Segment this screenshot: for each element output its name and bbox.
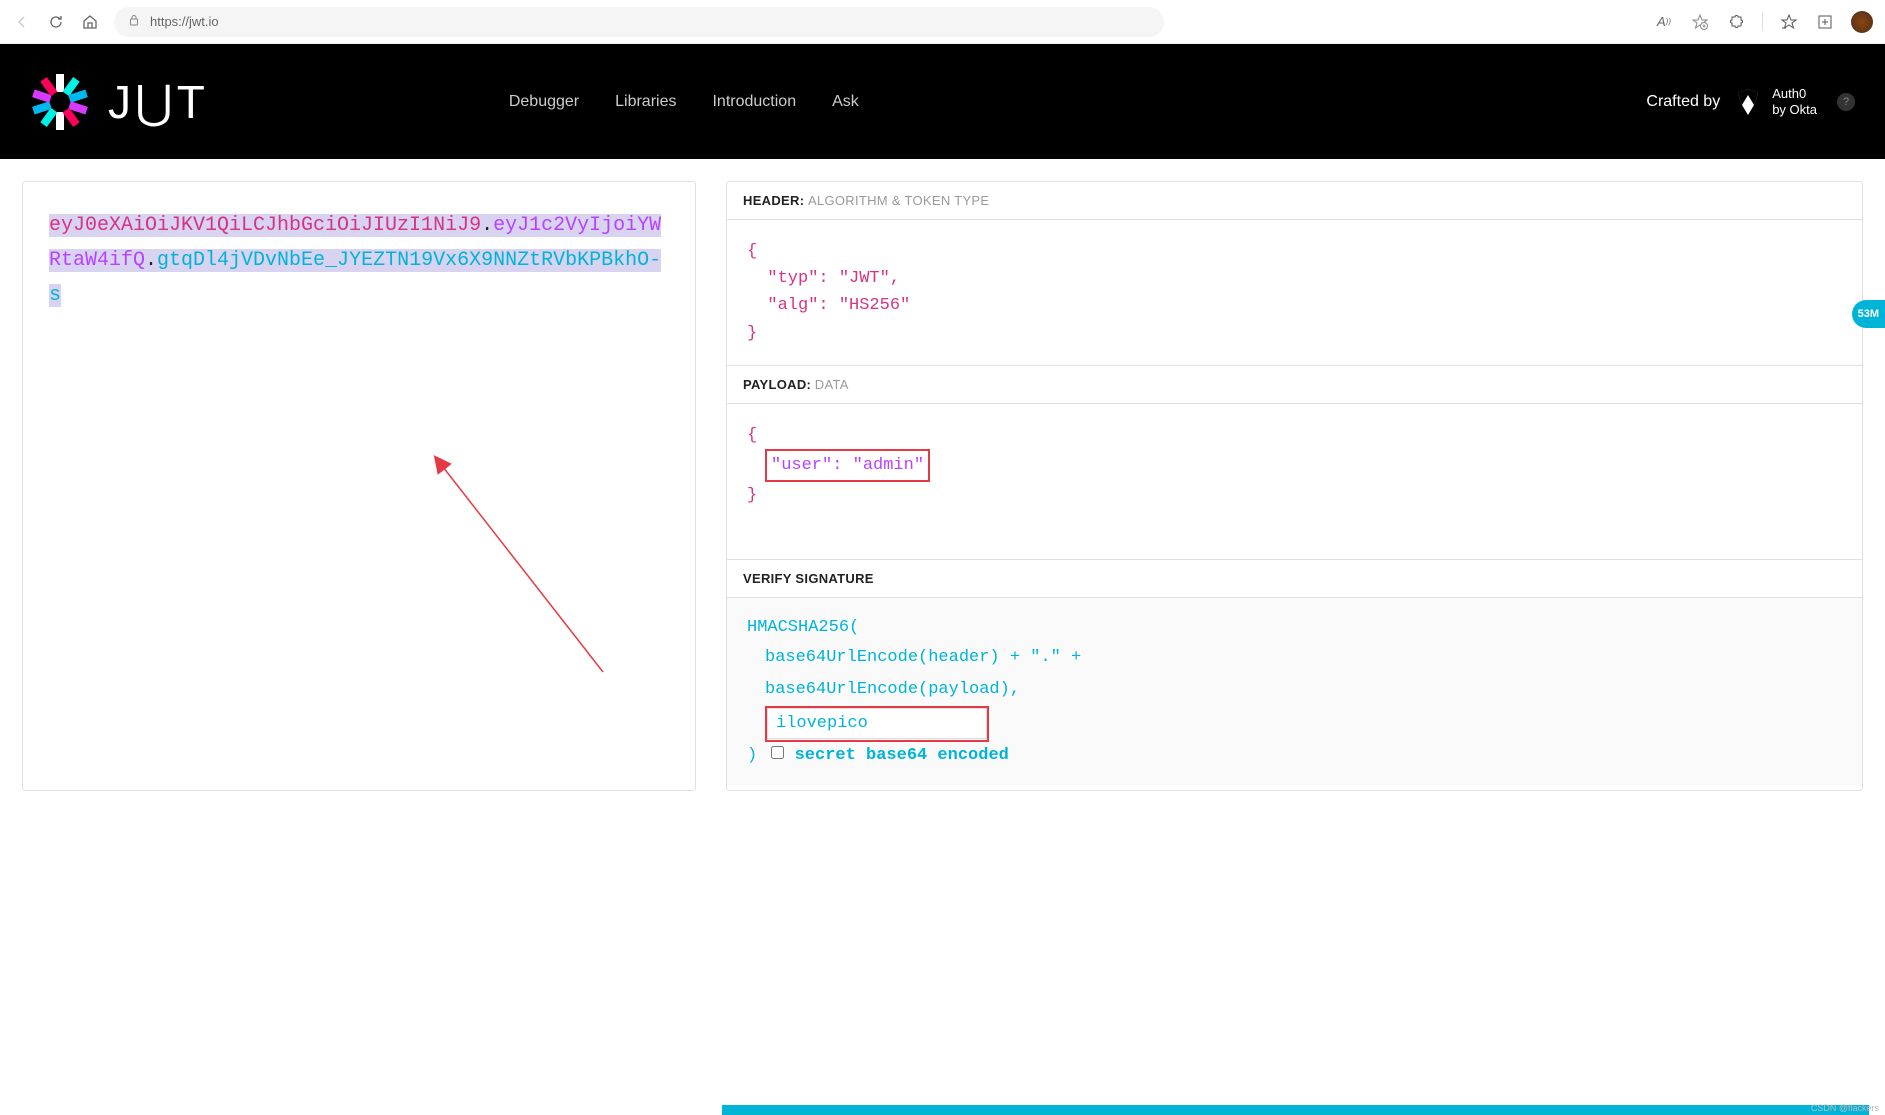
payload-highlight: "user": "admin"	[765, 449, 930, 482]
floating-badge[interactable]: 53M	[1852, 300, 1885, 328]
extensions-icon[interactable]	[1726, 12, 1746, 32]
auth0-mark-icon	[1732, 86, 1764, 118]
browser-actions: A))	[1654, 11, 1873, 33]
refresh-button[interactable]	[46, 12, 66, 32]
token-dot1: .	[481, 214, 493, 237]
header-section: HEADER: ALGORITHM & TOKEN TYPE { "typ": …	[727, 182, 1862, 365]
auth0-line2: by Okta	[1772, 102, 1817, 118]
bottom-progress-bar	[722, 1105, 1869, 1115]
secret-input[interactable]	[767, 708, 987, 739]
back-button[interactable]	[12, 12, 32, 32]
token-header-segment: eyJ0eXAiOiJKV1QiLCJhbGciOiJIUzI1NiJ9	[49, 214, 481, 237]
payload-sublabel: DATA	[815, 377, 849, 392]
favorite-icon[interactable]	[1690, 12, 1710, 32]
payload-section: PAYLOAD: DATA { "user": "admin" }	[727, 365, 1862, 560]
jwt-logo[interactable]: J⋃T	[30, 72, 209, 132]
token-dot2: .	[145, 249, 157, 272]
avatar[interactable]	[1851, 11, 1873, 33]
auth0-line1: Auth0	[1772, 86, 1817, 102]
jwt-mark-icon	[30, 72, 90, 132]
secret-checkbox-label: secret base64 encoded	[795, 746, 1009, 765]
annotation-arrow	[353, 392, 653, 692]
url-text: https://jwt.io	[150, 14, 219, 29]
decoded-panel: HEADER: ALGORITHM & TOKEN TYPE { "typ": …	[726, 181, 1863, 791]
payload-label: PAYLOAD:	[743, 377, 811, 392]
header-sublabel: ALGORITHM & TOKEN TYPE	[808, 193, 989, 208]
nav-links: Debugger Libraries Introduction Ask	[509, 93, 859, 111]
info-icon[interactable]: ?	[1837, 93, 1855, 111]
jwt-wordmark: J⋃T	[108, 75, 209, 129]
crafted-label: Crafted by	[1646, 93, 1720, 111]
signature-body: HMACSHA256( base64UrlEncode(header) + ".…	[727, 598, 1862, 785]
nav-introduction[interactable]: Introduction	[712, 93, 796, 111]
lock-icon	[128, 14, 140, 29]
crafted-by: Crafted by Auth0 by Okta ?	[1646, 86, 1855, 118]
home-button[interactable]	[80, 12, 100, 32]
browser-chrome: https://jwt.io A))	[0, 0, 1885, 44]
encoded-panel[interactable]: eyJ0eXAiOiJKV1QiLCJhbGciOiJIUzI1NiJ9.eyJ…	[22, 181, 696, 791]
encoded-token[interactable]: eyJ0eXAiOiJKV1QiLCJhbGciOiJIUzI1NiJ9.eyJ…	[49, 208, 669, 313]
nav-ask[interactable]: Ask	[832, 93, 859, 111]
nav-libraries[interactable]: Libraries	[615, 93, 676, 111]
watermark: CSDN @flackers	[1811, 1103, 1879, 1113]
header-json[interactable]: { "typ": "JWT", "alg": "HS256" }	[727, 220, 1862, 365]
divider	[1762, 13, 1763, 31]
nav-debugger[interactable]: Debugger	[509, 93, 579, 111]
signature-section: VERIFY SIGNATURE HMACSHA256( base64UrlEn…	[727, 559, 1862, 785]
url-bar[interactable]: https://jwt.io	[114, 7, 1164, 37]
read-aloud-icon[interactable]: A))	[1654, 12, 1674, 32]
auth0-logo[interactable]: Auth0 by Okta	[1732, 86, 1817, 118]
payload-json[interactable]: { "user": "admin" }	[727, 404, 1862, 560]
signature-label: VERIFY SIGNATURE	[743, 571, 874, 586]
secret-base64-checkbox[interactable]	[771, 746, 784, 759]
site-header: J⋃T Debugger Libraries Introduction Ask …	[0, 44, 1885, 159]
favorites-list-icon[interactable]	[1779, 12, 1799, 32]
main-content: eyJ0eXAiOiJKV1QiLCJhbGciOiJIUzI1NiJ9.eyJ…	[0, 159, 1885, 813]
header-label: HEADER:	[743, 193, 804, 208]
collections-icon[interactable]	[1815, 12, 1835, 32]
